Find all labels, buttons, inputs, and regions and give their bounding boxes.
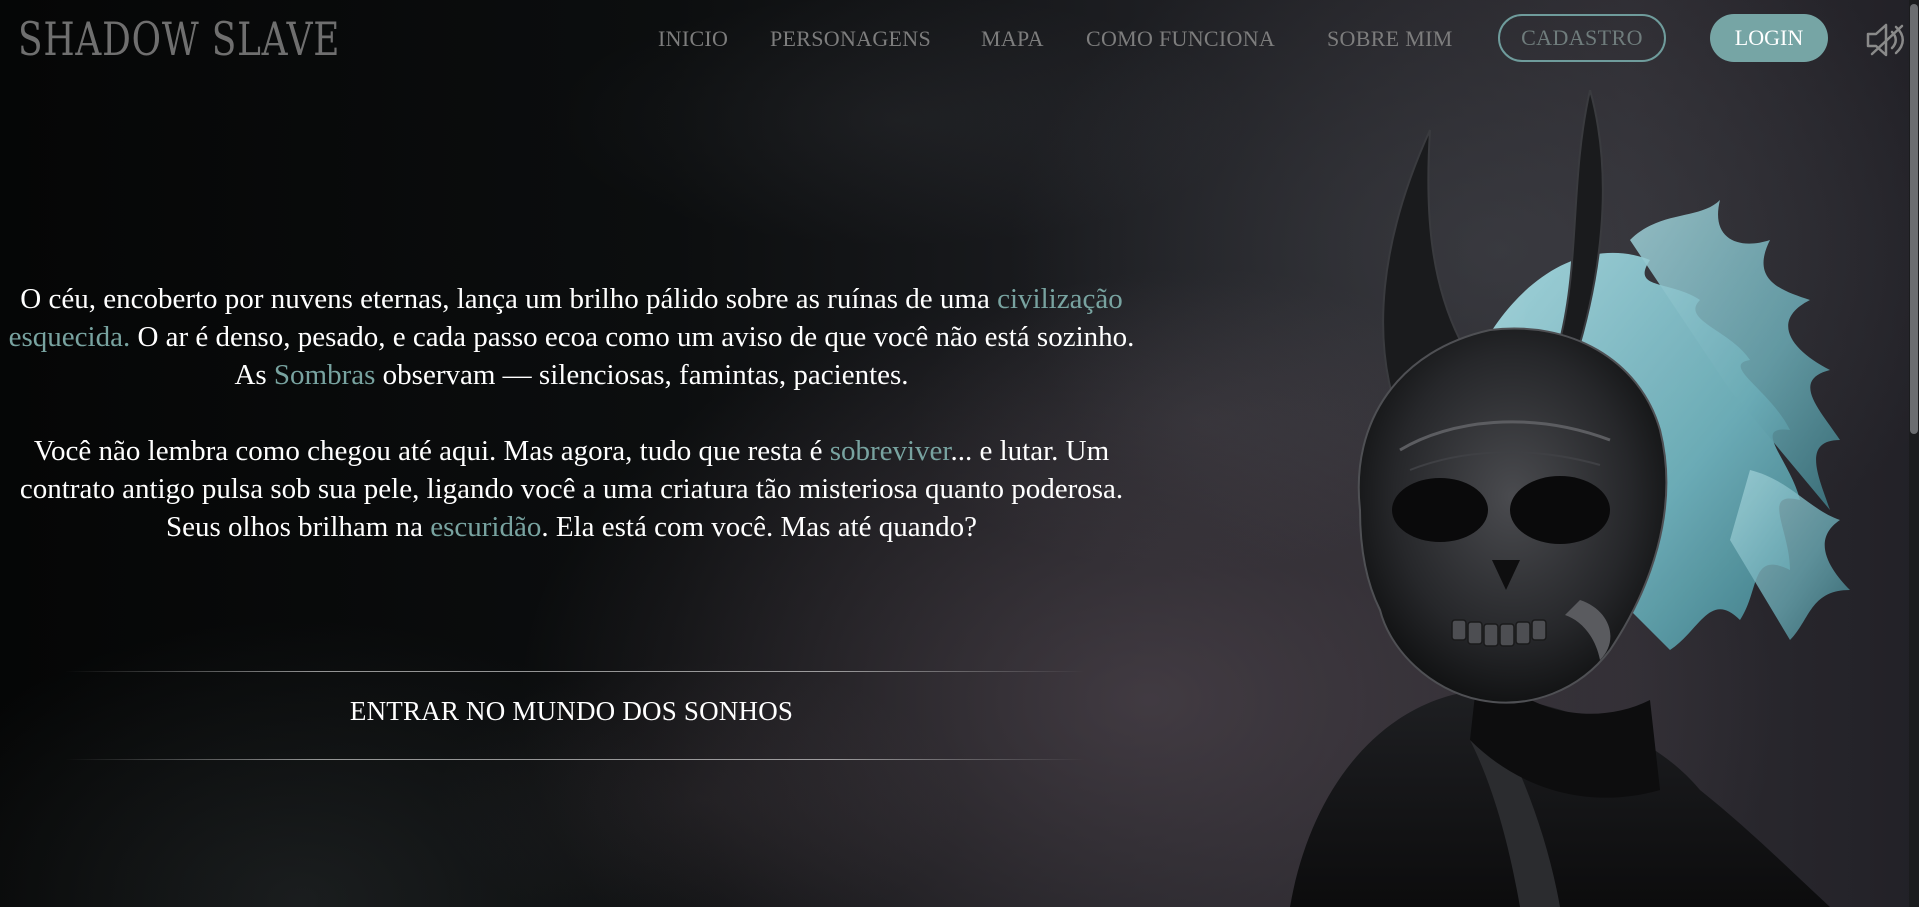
nav-inicio[interactable]: INICIO: [658, 26, 728, 52]
left-eye-socket: [1392, 478, 1488, 542]
nav-personagens[interactable]: PERSONAGENS: [770, 26, 931, 52]
cta-divider-bottom: [65, 759, 1085, 760]
story-p1-text-c: observam — silenciosas, famintas, pacien…: [375, 359, 909, 391]
cadastro-label: CADASTRO: [1521, 25, 1643, 50]
right-eye-socket: [1510, 476, 1610, 544]
highlight-sombras: Sombras: [273, 359, 376, 391]
cadastro-button[interactable]: CADASTRO: [1498, 14, 1666, 62]
login-button[interactable]: LOGIN: [1710, 14, 1828, 62]
masked-shadow-demon-icon: [1290, 90, 1850, 907]
story-paragraph-1: O céu, encoberto por nuvens eternas, lan…: [0, 280, 1143, 394]
speaker-muted-icon[interactable]: [1864, 18, 1908, 62]
story-paragraph-2: Você não lembra como chegou até aqui. Ma…: [0, 432, 1143, 546]
highlight-sobreviver: sobreviver: [829, 435, 951, 467]
story-p1-text-a: O céu, encoberto por nuvens eternas, lan…: [20, 283, 998, 315]
login-label: LOGIN: [1734, 25, 1804, 50]
story-intro: O céu, encoberto por nuvens eternas, lan…: [0, 280, 1143, 584]
story-p2-text-c: . Ela está com você. Mas até quando?: [541, 511, 977, 543]
page-scrollbar[interactable]: [1909, 0, 1919, 907]
landing-page: SHADOW SLAVE INICIO PERSONAGENS MAPA COM…: [0, 0, 1919, 907]
nav-sobre-mim[interactable]: SOBRE MIM: [1327, 26, 1453, 52]
nav-mapa[interactable]: MAPA: [981, 26, 1044, 52]
scrollbar-thumb[interactable]: [1910, 4, 1918, 434]
highlight-escuridao: escuridão: [430, 511, 542, 543]
nav-como-funciona[interactable]: COMO FUNCIONA: [1086, 26, 1275, 52]
main-nav: INICIO PERSONAGENS MAPA COMO FUNCIONA SO…: [0, 0, 1919, 78]
cta-divider-top: [65, 671, 1085, 672]
story-p2-text-a: Você não lembra como chegou até aqui. Ma…: [33, 435, 830, 467]
enter-dream-world-button[interactable]: ENTRAR NO MUNDO DOS SONHOS: [0, 696, 1143, 727]
